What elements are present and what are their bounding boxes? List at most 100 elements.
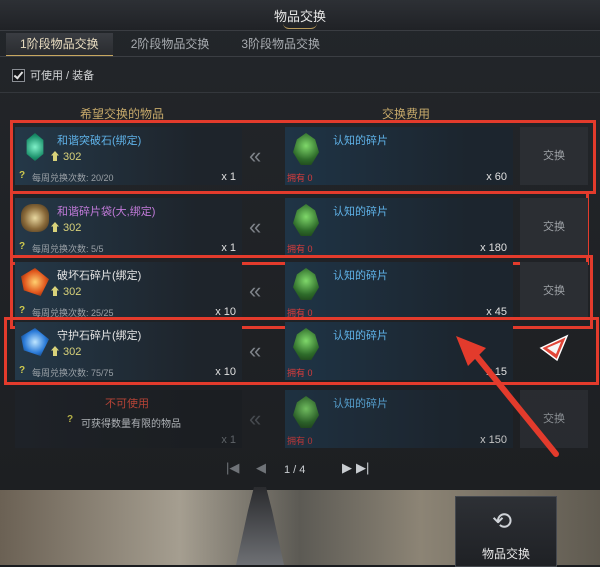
exchange-button[interactable]: 交换: [520, 198, 588, 256]
item-level: 302: [63, 222, 82, 234]
shard-icon: [293, 328, 319, 360]
cost-quantity: x 60: [486, 171, 507, 183]
item-quantity: x 10: [215, 306, 236, 318]
exchange-button[interactable]: 交换: [520, 390, 588, 448]
help-icon[interactable]: ?: [19, 170, 25, 181]
tab-bar: 1阶段物品交换 2阶段物品交换 3阶段物品交换: [6, 33, 338, 57]
cost-name: 认知的碎片: [333, 135, 388, 147]
shard-bag-icon: [21, 204, 49, 232]
owned-count: 拥有 0: [287, 436, 313, 446]
weekly-limit: 每周兑换次数: 25/25: [32, 308, 114, 318]
level-icon: [51, 346, 59, 356]
exchange-arrow-icon: «: [249, 338, 262, 363]
cost-quantity: x 15: [486, 366, 507, 378]
item-quantity: x 1: [221, 171, 236, 183]
exchange-arrow-icon: «: [249, 143, 262, 168]
wanted-item[interactable]: 和谐碎片袋(大,绑定) 302 ? 每周兑换次数: 5/5 x 1: [15, 198, 242, 256]
weekly-limit: 每周兑换次数: 20/20: [32, 173, 114, 183]
cost-item[interactable]: 认知的碎片 拥有 0 x 60: [285, 127, 513, 185]
item-quantity: x 10: [215, 366, 236, 378]
exchange-icon: ⟲: [492, 508, 513, 535]
exchange-button[interactable]: 交换: [520, 127, 588, 185]
guardian-stone-icon: [21, 328, 49, 356]
destruction-stone-icon: [21, 268, 49, 296]
exchange-button[interactable]: 交换: [520, 262, 588, 320]
wanted-item[interactable]: 破坏石碎片(绑定) 302 ? 每周兑换次数: 25/25 x 10: [15, 262, 242, 320]
item-exchange-window: 物品交换 1阶段物品交换 2阶段物品交换 3阶段物品交换 可使用 / 装备 希望…: [0, 0, 600, 490]
help-icon[interactable]: ?: [19, 365, 25, 376]
wanted-item-disabled: 不可使用 ? 可获得数量有限的物品 x 1: [15, 390, 242, 448]
help-icon[interactable]: ?: [19, 305, 25, 316]
item-level: 302: [63, 286, 82, 298]
item-level: 302: [63, 151, 82, 163]
cost-item[interactable]: 认知的碎片 拥有 0 x 15: [285, 322, 513, 380]
column-header-cost: 交换费用: [382, 107, 431, 121]
owned-count: 拥有 0: [287, 368, 313, 378]
usable-filter[interactable]: 可使用 / 装备: [12, 67, 94, 83]
item-name: 和谐突破石(绑定): [57, 135, 142, 147]
exchange-row: 破坏石碎片(绑定) 302 ? 每周兑换次数: 25/25 x 10 « 认知的…: [10, 255, 593, 329]
shard-icon: [293, 204, 319, 236]
tab-stage-3[interactable]: 3阶段物品交换: [227, 33, 334, 55]
cost-item[interactable]: 认知的碎片 拥有 0 x 180: [285, 198, 513, 256]
cost-quantity: x 150: [480, 434, 507, 446]
owned-count: 拥有 0: [287, 173, 313, 183]
exchange-arrow-icon: «: [249, 406, 262, 431]
exchange-arrow-icon: «: [249, 278, 262, 303]
shard-icon: [293, 133, 319, 165]
pagination: |◀ ◀ 1 / 4 ▶ ▶|: [0, 460, 600, 484]
item-exchange-button[interactable]: ⟲ 物品交换: [455, 496, 557, 567]
item-quantity: x 1: [221, 434, 236, 446]
mouse-cursor-icon: [539, 334, 569, 362]
tab-divider: [0, 56, 600, 57]
help-icon[interactable]: ?: [67, 414, 73, 425]
usable-checkbox[interactable]: [12, 68, 25, 82]
item-name: 守护石碎片(绑定): [57, 330, 142, 342]
shard-icon: [293, 268, 319, 300]
cost-item[interactable]: 认知的碎片 拥有 0 x 150: [285, 390, 513, 448]
item-exchange-button-label: 物品交换: [481, 547, 530, 561]
cost-name: 认知的碎片: [333, 206, 388, 218]
wanted-item[interactable]: 守护石碎片(绑定) 302 ? 每周兑换次数: 75/75 x 10: [15, 322, 242, 380]
harmony-stone-icon: [26, 133, 44, 161]
cost-item[interactable]: 认知的碎片 拥有 0 x 45: [285, 262, 513, 320]
cost-quantity: x 45: [486, 306, 507, 318]
column-header-wanted: 希望交换的物品: [80, 107, 165, 121]
limited-note: 可获得数量有限的物品: [81, 419, 181, 430]
item-name: 和谐碎片袋(大,绑定): [57, 206, 156, 218]
titlebar: 物品交换: [0, 0, 600, 31]
first-page-icon[interactable]: |◀: [226, 460, 239, 476]
exchange-row: 守护石碎片(绑定) 302 ? 每周兑换次数: 75/75 x 10 « 认知的…: [4, 317, 599, 385]
next-page-icon[interactable]: ▶: [342, 460, 352, 476]
level-icon: [51, 286, 59, 296]
weekly-limit: 每周兑换次数: 5/5: [32, 244, 104, 254]
page-indicator: 1 / 4: [284, 464, 306, 476]
item-name: 破坏石碎片(绑定): [57, 270, 142, 282]
cost-quantity: x 180: [480, 242, 507, 254]
item-level: 302: [63, 346, 82, 358]
owned-count: 拥有 0: [287, 244, 313, 254]
prev-page-icon[interactable]: ◀: [256, 460, 266, 476]
wanted-item[interactable]: 和谐突破石(绑定) 302 ? 每周兑换次数: 20/20 x 1: [15, 127, 242, 185]
level-icon: [51, 151, 59, 161]
owned-count: 拥有 0: [287, 308, 313, 318]
shard-icon: [293, 396, 319, 428]
exchange-arrow-icon: «: [249, 214, 262, 239]
cost-name: 认知的碎片: [333, 398, 388, 410]
exchange-row: 和谐突破石(绑定) 302 ? 每周兑换次数: 20/20 x 1 « 认知的碎…: [10, 120, 596, 194]
cost-name: 认知的碎片: [333, 330, 388, 342]
unavailable-label: 不可使用: [105, 398, 149, 410]
cost-name: 认知的碎片: [333, 270, 388, 282]
tab-stage-1[interactable]: 1阶段物品交换: [6, 33, 113, 57]
usable-filter-label: 可使用 / 装备: [30, 70, 95, 82]
help-icon[interactable]: ?: [19, 241, 25, 252]
tab-stage-2[interactable]: 2阶段物品交换: [117, 33, 224, 55]
level-icon: [51, 222, 59, 232]
item-quantity: x 1: [221, 242, 236, 254]
exchange-row: 和谐碎片袋(大,绑定) 302 ? 每周兑换次数: 5/5 x 1 « 认知的碎…: [10, 191, 589, 265]
exchange-row-disabled: 不可使用 ? 可获得数量有限的物品 x 1 « 认知的碎片 拥有 0 x 150…: [13, 386, 593, 454]
divider: [0, 92, 600, 93]
weekly-limit: 每周兑换次数: 75/75: [32, 368, 114, 378]
title-ornament: [283, 23, 317, 29]
last-page-icon[interactable]: ▶|: [356, 460, 369, 476]
